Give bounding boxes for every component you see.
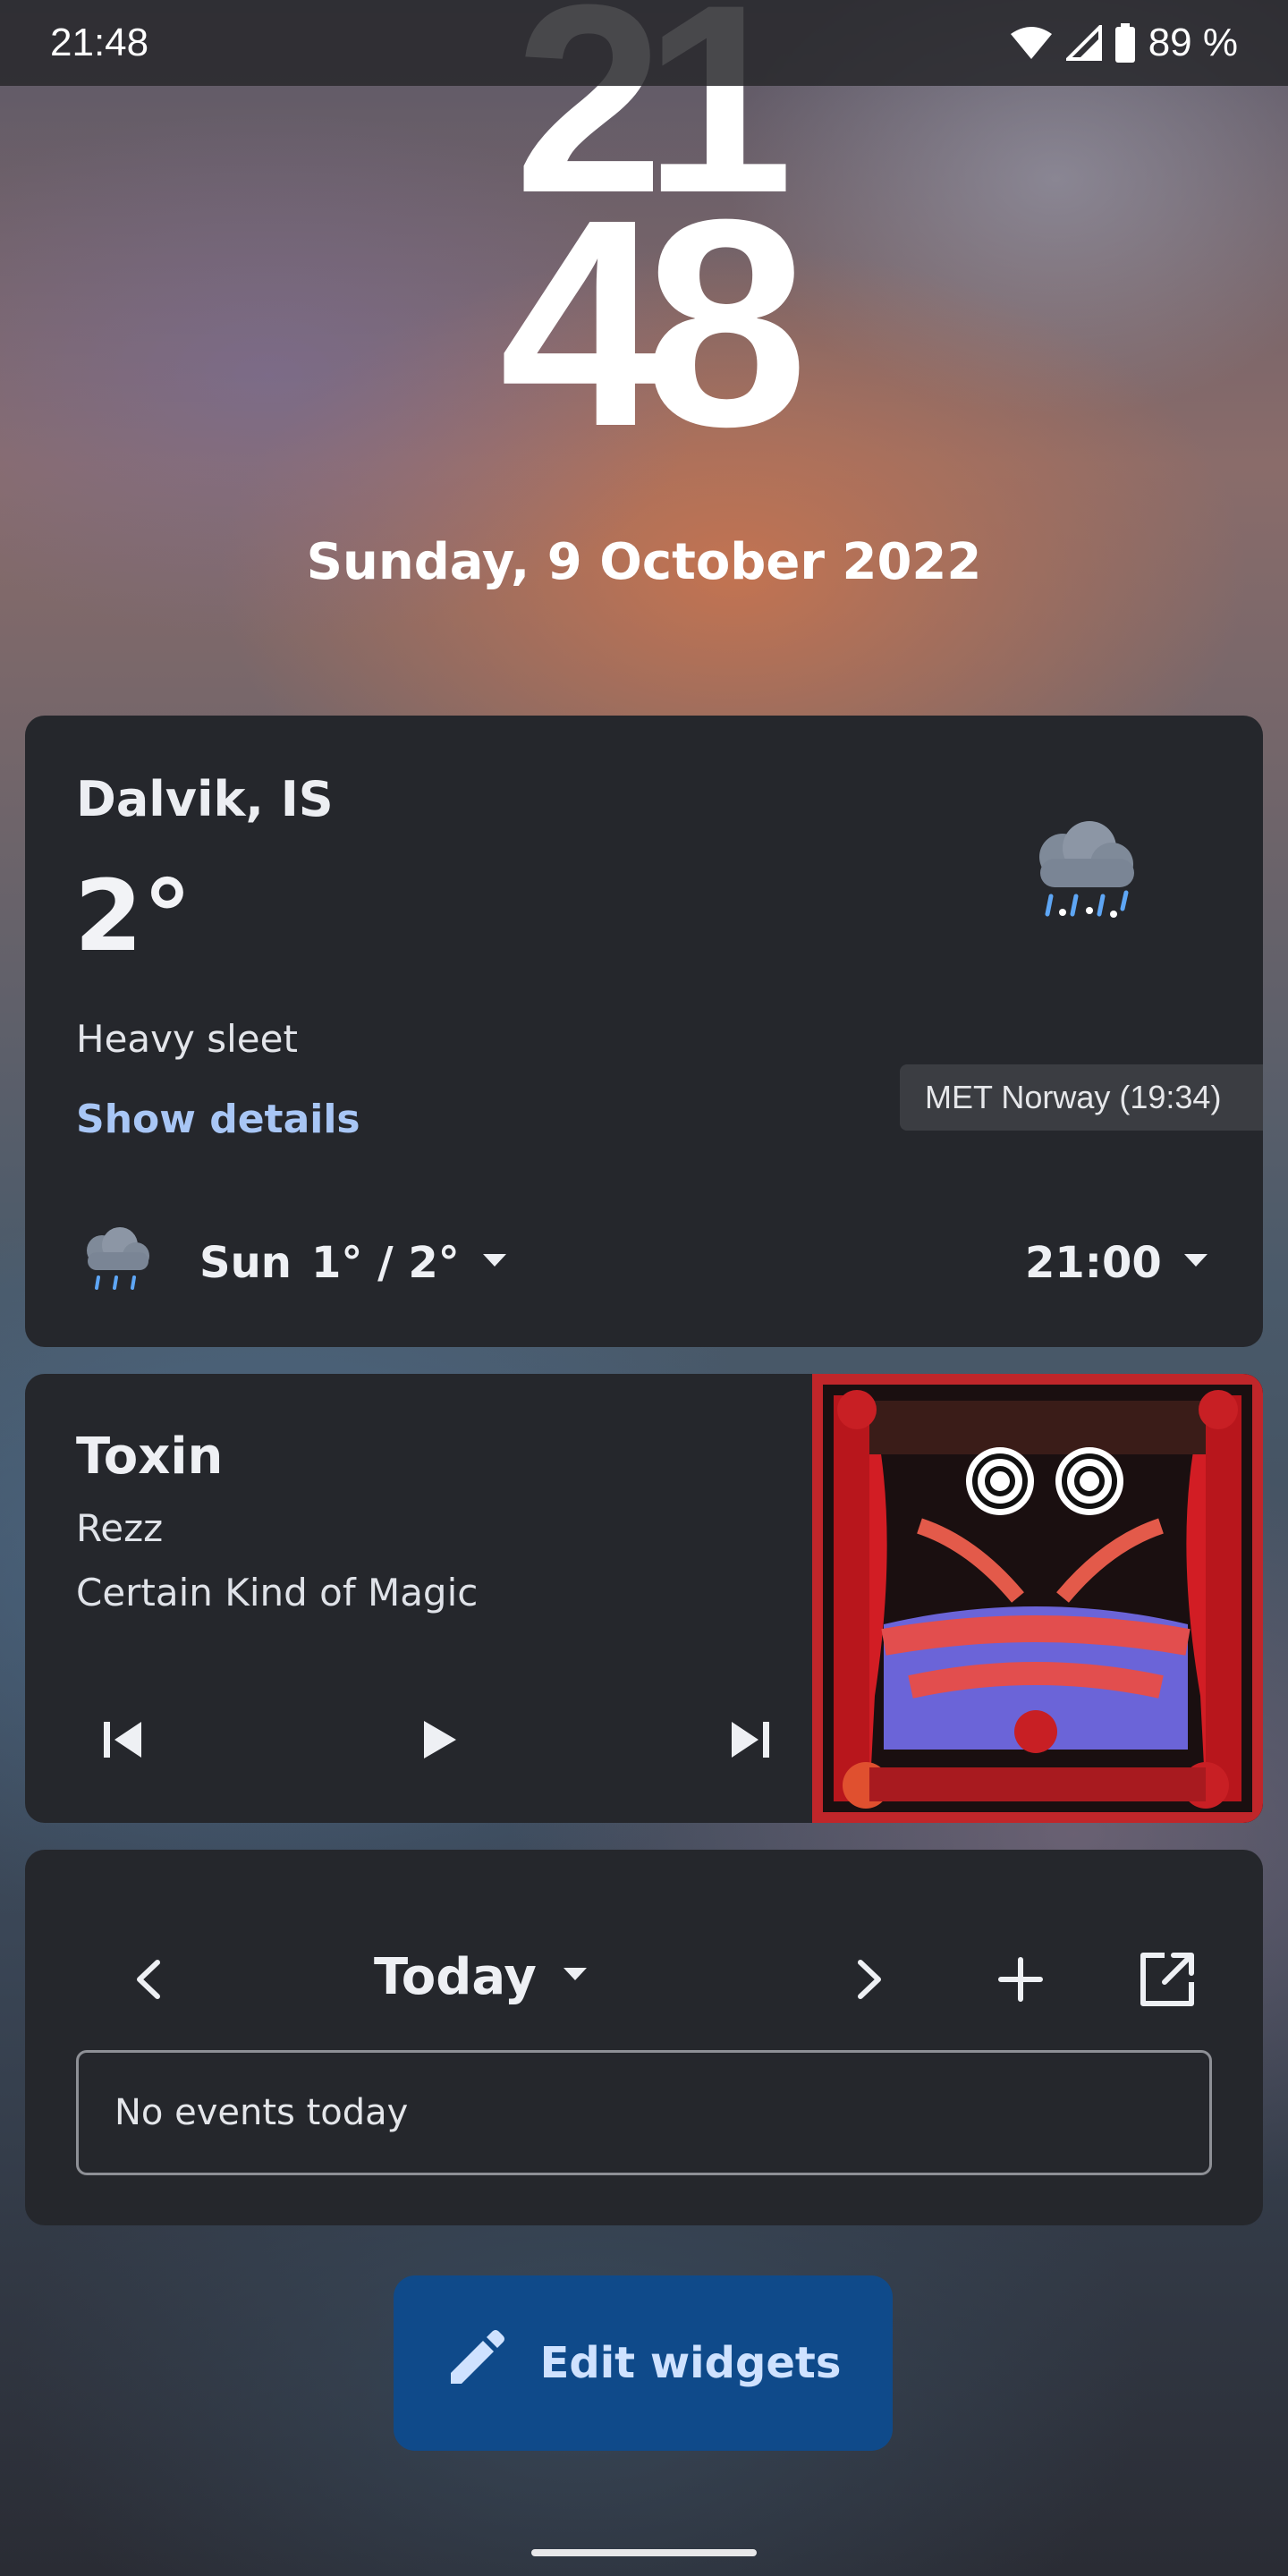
home-indicator[interactable] [531, 2549, 757, 2556]
add-event-icon[interactable] [980, 1939, 1061, 2020]
weather-source: MET Norway (19:34) [900, 1064, 1263, 1131]
weather-location: Dalvik, IS [76, 771, 334, 827]
status-bar: 21:48 89 % [0, 0, 1288, 86]
track-album: Certain Kind of Magic [76, 1571, 479, 1614]
forecast-dropdown-icon[interactable] [481, 1252, 508, 1272]
weather-widget[interactable]: Dalvik, IS 2° Heavy sleet Show details M… [25, 716, 1263, 1347]
wifi-icon [1009, 25, 1054, 61]
forecast-cloud-icon [72, 1216, 157, 1306]
track-artist: Rezz [76, 1506, 164, 1550]
lockscreen-date: Sunday, 9 October 2022 [306, 533, 982, 591]
weather-condition: Heavy sleet [76, 1017, 298, 1061]
status-icons: 89 % [1009, 21, 1238, 65]
forecast-range[interactable]: 1° / 2° [311, 1238, 460, 1288]
signal-icon [1065, 25, 1102, 61]
track-title: Toxin [76, 1428, 224, 1486]
pencil-icon [445, 2326, 508, 2400]
calendar-widget[interactable]: Today No events today [25, 1850, 1263, 2225]
status-time: 21:48 [50, 21, 149, 64]
open-external-icon[interactable] [1127, 1939, 1208, 2020]
time-dropdown-icon[interactable] [1182, 1252, 1209, 1272]
weather-temperature: 2° [74, 859, 192, 973]
forecast-time[interactable]: 21:00 [1025, 1238, 1162, 1288]
forecast-day[interactable]: Sun [199, 1238, 292, 1288]
edit-widgets-label: Edit widgets [539, 2338, 842, 2388]
play-icon[interactable] [408, 1708, 470, 1771]
edit-widgets-button[interactable]: Edit widgets [394, 2275, 893, 2451]
media-widget[interactable]: Toxin Rezz Certain Kind of Magic [25, 1374, 1263, 1823]
no-events-box: No events today [76, 2050, 1212, 2175]
chevron-left-icon[interactable] [107, 1939, 188, 2020]
sleet-cloud-icon [1013, 805, 1148, 943]
album-art[interactable] [801, 1374, 1263, 1823]
chevron-right-icon[interactable] [830, 1939, 911, 2020]
show-details-link[interactable]: Show details [76, 1097, 360, 1142]
calendar-dropdown-icon[interactable] [562, 1966, 589, 1986]
battery-percent: 89 % [1148, 21, 1238, 64]
skip-previous-icon[interactable] [92, 1708, 155, 1771]
battery-icon [1114, 23, 1136, 63]
skip-next-icon[interactable] [718, 1708, 781, 1771]
calendar-range-title[interactable]: Today [374, 1948, 537, 2006]
